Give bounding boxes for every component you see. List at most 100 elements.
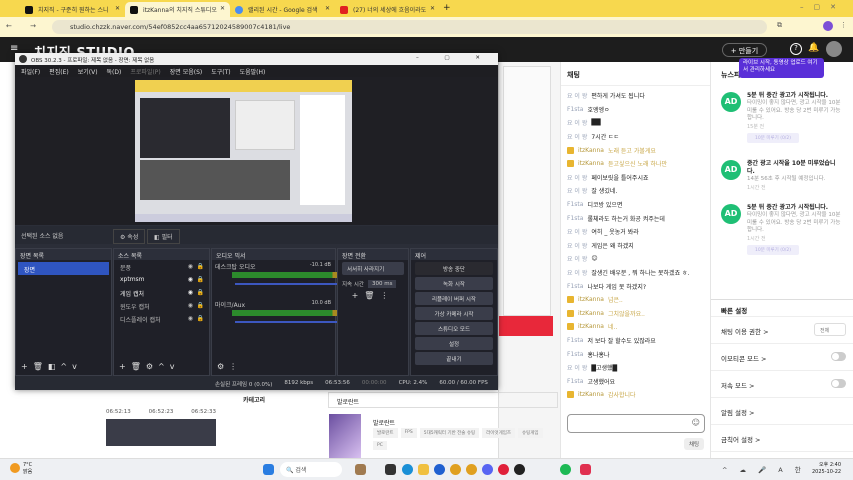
transition-select[interactable]: 서서히 사라지기 — [342, 262, 404, 275]
chat-nickname[interactable]: 요 이 왕 — [567, 254, 587, 263]
chat-nickname[interactable]: 요 이 왕 — [567, 132, 587, 141]
control-button[interactable]: 리플레이 버퍼 시작 — [415, 292, 493, 305]
lock-icon[interactable]: 🔒 — [197, 289, 204, 296]
emoji-icon[interactable]: ☺ — [692, 418, 700, 427]
tab-chzzk[interactable]: 치지직 - 구준히 뭔하는 스니 ✕ — [20, 2, 125, 17]
profile-avatar[interactable] — [823, 21, 833, 31]
chat-nickname[interactable]: itzKanna — [578, 391, 604, 398]
obs-icon[interactable] — [514, 464, 525, 475]
lock-icon[interactable]: 🔒 — [197, 302, 204, 309]
filters-button[interactable]: ◧ 필터 — [147, 229, 180, 244]
chat-nickname[interactable]: 요 이 왕 — [567, 118, 587, 127]
source-toolbar-buttons[interactable]: +🗑⚙^v — [114, 361, 209, 375]
tag[interactable]: PC — [373, 441, 387, 450]
visibility-eye-icon[interactable]: ◉ — [188, 289, 193, 296]
start-icon[interactable] — [263, 464, 274, 475]
url-input[interactable]: studio.chzzk.naver.com/54ef0852cc4aa6571… — [52, 20, 767, 34]
widget-icon[interactable] — [355, 464, 366, 475]
quick-setting-row[interactable]: 채팅 이용 권한 > 전체 — [711, 317, 853, 344]
make-button[interactable]: + 만들기 — [722, 43, 767, 57]
source-item[interactable]: 디스플레이 캡처 ◉ 🔒 — [114, 312, 209, 325]
bell-icon[interactable]: 🔔 — [808, 43, 819, 53]
chat-nickname[interactable]: 요 이 왕 — [567, 363, 587, 372]
tag[interactable]: 발로란트 — [373, 428, 398, 438]
chat-nickname[interactable]: 요 이 왕 — [567, 268, 587, 277]
discord-icon[interactable] — [482, 464, 493, 475]
chat-nickname[interactable]: itzKanna — [578, 147, 604, 154]
obs-menu-item[interactable]: 도움말(H) — [240, 67, 266, 77]
transition-toolbar[interactable]: +🗑⋮ — [338, 291, 408, 300]
chat-nickname[interactable]: 요 이 왕 — [567, 227, 587, 236]
spotify-icon[interactable] — [560, 464, 571, 475]
quick-setting-row[interactable]: 저속 모드 > — [711, 371, 853, 398]
lock-icon[interactable]: 🔒 — [197, 315, 204, 322]
lang-indicator[interactable]: A — [778, 466, 787, 474]
tab-studio[interactable]: itzKanna의 치지직 스튜디오 ✕ — [125, 2, 230, 17]
quick-setting-row[interactable]: 이모티콘 모드 > — [711, 344, 853, 371]
maximize-button[interactable]: ▢ — [814, 3, 831, 11]
control-button[interactable]: 설정 — [415, 337, 493, 350]
source-item[interactable]: 게임 캡처 ◉ 🔒 — [114, 286, 209, 299]
chat-nickname[interactable]: itzKanna — [578, 296, 604, 303]
visibility-eye-icon[interactable]: ◉ — [188, 276, 193, 283]
chat-nickname[interactable]: 요 이 왕 — [567, 173, 587, 182]
weather-icon[interactable] — [10, 463, 20, 473]
help-icon[interactable]: ? — [790, 43, 802, 55]
chat-nickname[interactable]: itzKanna — [578, 310, 604, 317]
close-icon[interactable]: ✕ — [325, 5, 330, 12]
scene-item[interactable]: 장면 — [18, 262, 109, 275]
obs-menu-item[interactable]: 프로파일(P) — [130, 67, 160, 77]
visibility-eye-icon[interactable]: ◉ — [188, 315, 193, 322]
postpone-ad-button[interactable]: 10분 미루기 (0/2) — [747, 132, 799, 143]
chat-nickname[interactable]: F1sta — [567, 215, 583, 222]
close-icon[interactable]: ✕ — [115, 5, 120, 12]
toggle-switch[interactable] — [831, 352, 846, 361]
control-button[interactable]: 방송 중단 — [415, 262, 493, 275]
obs-menu-item[interactable]: 장면 모음(S) — [170, 67, 202, 77]
user-avatar[interactable] — [826, 41, 842, 57]
control-button[interactable]: 스튜디오 모드 — [415, 322, 493, 335]
obs-menu-item[interactable]: 보기(V) — [78, 67, 98, 77]
chat-nickname[interactable]: F1sta — [567, 283, 583, 290]
tab-youtube[interactable]: (27) 너의 세상에 흐음이라도 ✕ — [335, 2, 440, 17]
tag[interactable]: 라이엇게임즈 — [482, 428, 515, 438]
chat-nickname[interactable]: F1sta — [567, 378, 583, 385]
obs-menu-item[interactable]: 도구(T) — [211, 67, 230, 77]
quick-setting-label[interactable]: 알림 설정 > — [721, 409, 755, 417]
explorer-icon[interactable] — [418, 464, 429, 475]
app-icon[interactable] — [434, 464, 445, 475]
control-button[interactable]: 끝내기 — [415, 352, 493, 365]
tag[interactable]: 슈팅게임 — [518, 428, 543, 438]
close-icon[interactable]: ✕ — [220, 5, 225, 12]
control-button[interactable]: 녹화 시작 — [415, 277, 493, 290]
clock[interactable]: 오후 2:40 2025-10-22 — [812, 462, 841, 476]
obs-window-controls[interactable]: – ▢ ✕ — [416, 55, 492, 61]
quick-setting-label[interactable]: 채팅 이용 권한 > — [721, 328, 769, 336]
obs-menu-item[interactable]: 편집(E) — [49, 67, 69, 77]
close-icon[interactable]: ✕ — [430, 5, 435, 12]
chrome-icon[interactable] — [450, 464, 461, 475]
chat-input[interactable]: ☺ — [567, 414, 705, 433]
chat-nickname[interactable]: 요 이 왕 — [567, 186, 587, 195]
app-icon[interactable] — [498, 464, 509, 475]
window-controls[interactable]: –▢✕ — [800, 3, 846, 11]
category-search-input[interactable]: 발로란트 — [328, 392, 558, 408]
chat-nickname[interactable]: 요 이 왕 — [567, 91, 587, 100]
extensions-icon[interactable]: ⧉ — [777, 21, 782, 30]
app-icon[interactable] — [580, 464, 591, 475]
close-button[interactable]: ✕ — [830, 3, 846, 11]
toggle-switch[interactable] — [831, 379, 846, 388]
chat-nickname[interactable]: 요 이 왕 — [567, 241, 587, 250]
taskview-icon[interactable] — [385, 464, 396, 475]
chat-send-button[interactable]: 채팅 — [684, 438, 704, 450]
quick-setting-label[interactable]: 이모티콘 모드 > — [721, 355, 766, 363]
properties-button[interactable]: ⚙ 속성 — [113, 229, 146, 244]
chat-nickname[interactable]: F1sta — [567, 337, 583, 344]
tag[interactable]: 5대5캐릭터 기반 전술 슈팅 — [419, 428, 480, 438]
tag[interactable]: FPS — [400, 428, 417, 438]
chat-nickname[interactable]: F1sta — [567, 106, 583, 113]
taskbar-search[interactable]: 🔍 검색 — [280, 462, 342, 477]
visibility-eye-icon[interactable]: ◉ — [188, 302, 193, 309]
chat-nickname[interactable]: F1sta — [567, 351, 583, 358]
postpone-ad-button[interactable]: 10분 미루기 (0/2) — [747, 244, 799, 255]
